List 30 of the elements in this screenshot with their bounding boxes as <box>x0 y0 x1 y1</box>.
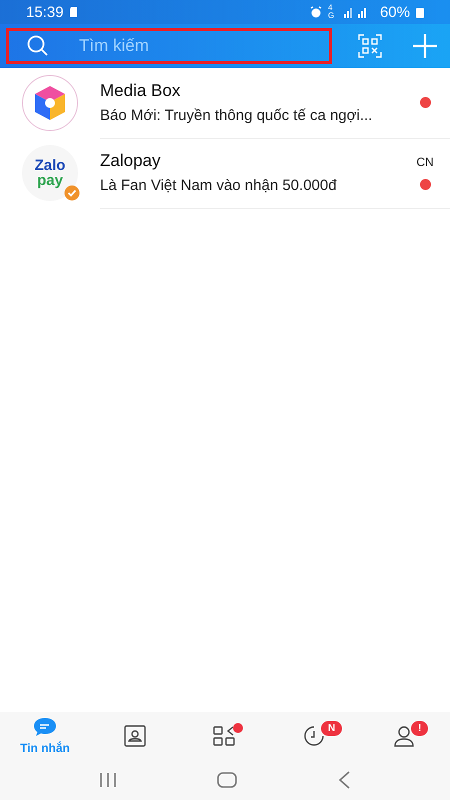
status-time: 15:39 <box>26 4 64 20</box>
nav-tab[interactable]: Tin nhắn <box>0 712 90 760</box>
conversation-item[interactable]: Media Box Báo Mới: Truyền thông quốc tế ca ngợi... <box>0 68 450 138</box>
apps-grid-icon <box>213 725 237 747</box>
nav-tab[interactable]: ! <box>360 712 450 760</box>
logo-text: Zalo <box>34 158 66 173</box>
notification-badge: ! <box>411 721 428 736</box>
qr-scan-icon <box>358 34 382 58</box>
conversation-item[interactable]: Zalo pay Zalopay Là Fan Việt Nam vào nhận 50.000đ CN <box>0 138 450 208</box>
plus-icon <box>412 33 438 59</box>
search-bar[interactable]: Tìm kiếm <box>6 28 332 64</box>
search-icon <box>27 35 49 57</box>
chat-bubble-icon <box>33 717 57 739</box>
message-time: CN <box>416 155 434 169</box>
contact-name: Zalopay <box>100 151 162 171</box>
battery-icon <box>416 6 424 18</box>
logo-text: pay <box>37 173 63 188</box>
rounded-square-icon <box>216 771 238 789</box>
sd-card-icon <box>70 7 78 17</box>
message-preview: Báo Mới: Truyền thông quốc tế ca ngợi... <box>100 107 374 124</box>
three-bars-icon <box>99 772 118 788</box>
back-chevron-icon <box>336 771 351 789</box>
contact-name: Media Box <box>100 81 182 101</box>
contact-card-icon <box>123 725 147 747</box>
nav-tab[interactable]: N <box>270 712 360 760</box>
alarm-icon <box>310 6 322 18</box>
network-type: 4G <box>328 4 336 20</box>
notification-badge: N <box>321 721 342 736</box>
message-preview: Là Fan Việt Nam vào nhận 50.000đ <box>100 177 338 194</box>
battery-level: 60% <box>380 4 410 20</box>
